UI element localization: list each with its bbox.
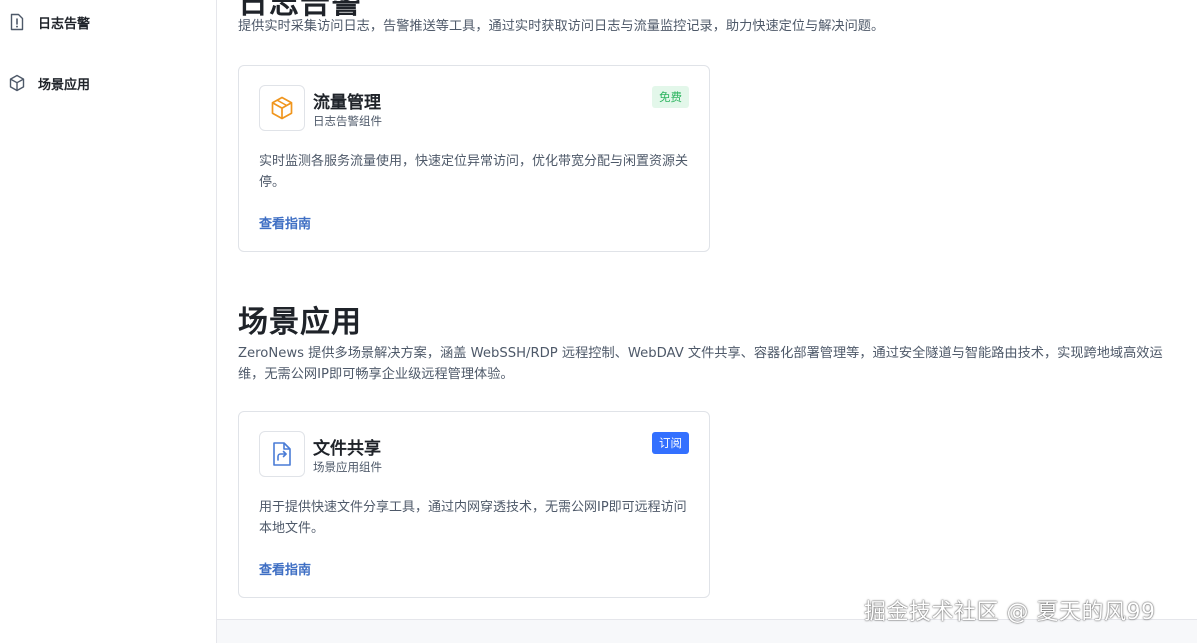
- card-description: 实时监测各服务流量使用，快速定位异常访问，优化带宽分配与闲置资源关停。: [259, 154, 689, 190]
- card-subtitle: 日志告警组件: [313, 114, 382, 128]
- card-subtitle: 场景应用组件: [313, 460, 382, 474]
- card-description: 用于提供快速文件分享工具，通过内网穿透技术，无需公网IP即可远程访问本地文件。: [259, 500, 687, 536]
- component-card-file-share: 文件共享 场景应用组件 订阅 用于提供快速文件分享工具，通过内网穿透技术，无需公…: [238, 411, 710, 598]
- box-icon: [259, 85, 305, 131]
- section-description: ZeroNews 提供多场景解决方案，涵盖 WebSSH/RDP 远程控制、We…: [238, 346, 1163, 382]
- subscribe-badge[interactable]: 订阅: [652, 432, 689, 454]
- sidebar-item-scenario[interactable]: 场景应用: [0, 66, 216, 100]
- sidebar-item-label: 场景应用: [38, 77, 91, 93]
- sidebar-item-label: 日志告警: [38, 16, 91, 32]
- file-share-icon: [259, 431, 305, 477]
- component-card-traffic: 流量管理 日志告警组件 免费 实时监测各服务流量使用，快速定位异常访问，优化带宽…: [238, 65, 710, 252]
- sidebar: 日志告警 场景应用: [0, 0, 217, 643]
- card-title: 流量管理: [313, 93, 381, 113]
- view-guide-link[interactable]: 查看指南: [259, 213, 311, 232]
- cube-icon: [8, 74, 26, 92]
- app-root: 日志告警 场景应用 日志告警 提供实时采集访问日志，告警推送等工具，通过实时获取…: [0, 0, 1197, 643]
- card-title: 文件共享: [313, 439, 381, 459]
- section-title: 场景应用: [238, 305, 362, 340]
- free-badge: 免费: [652, 86, 689, 108]
- main-content: 日志告警 提供实时采集访问日志，告警推送等工具，通过实时获取访问日志与流量监控记…: [218, 0, 1197, 620]
- watermark: 掘金技术社区 @ 夏天的风99: [864, 600, 1156, 625]
- section-description: 提供实时采集访问日志，告警推送等工具，通过实时获取访问日志与流量监控记录，助力快…: [238, 19, 885, 34]
- alert-doc-icon: [8, 13, 26, 31]
- sidebar-item-log-alert[interactable]: 日志告警: [0, 5, 216, 39]
- view-guide-link[interactable]: 查看指南: [259, 559, 311, 578]
